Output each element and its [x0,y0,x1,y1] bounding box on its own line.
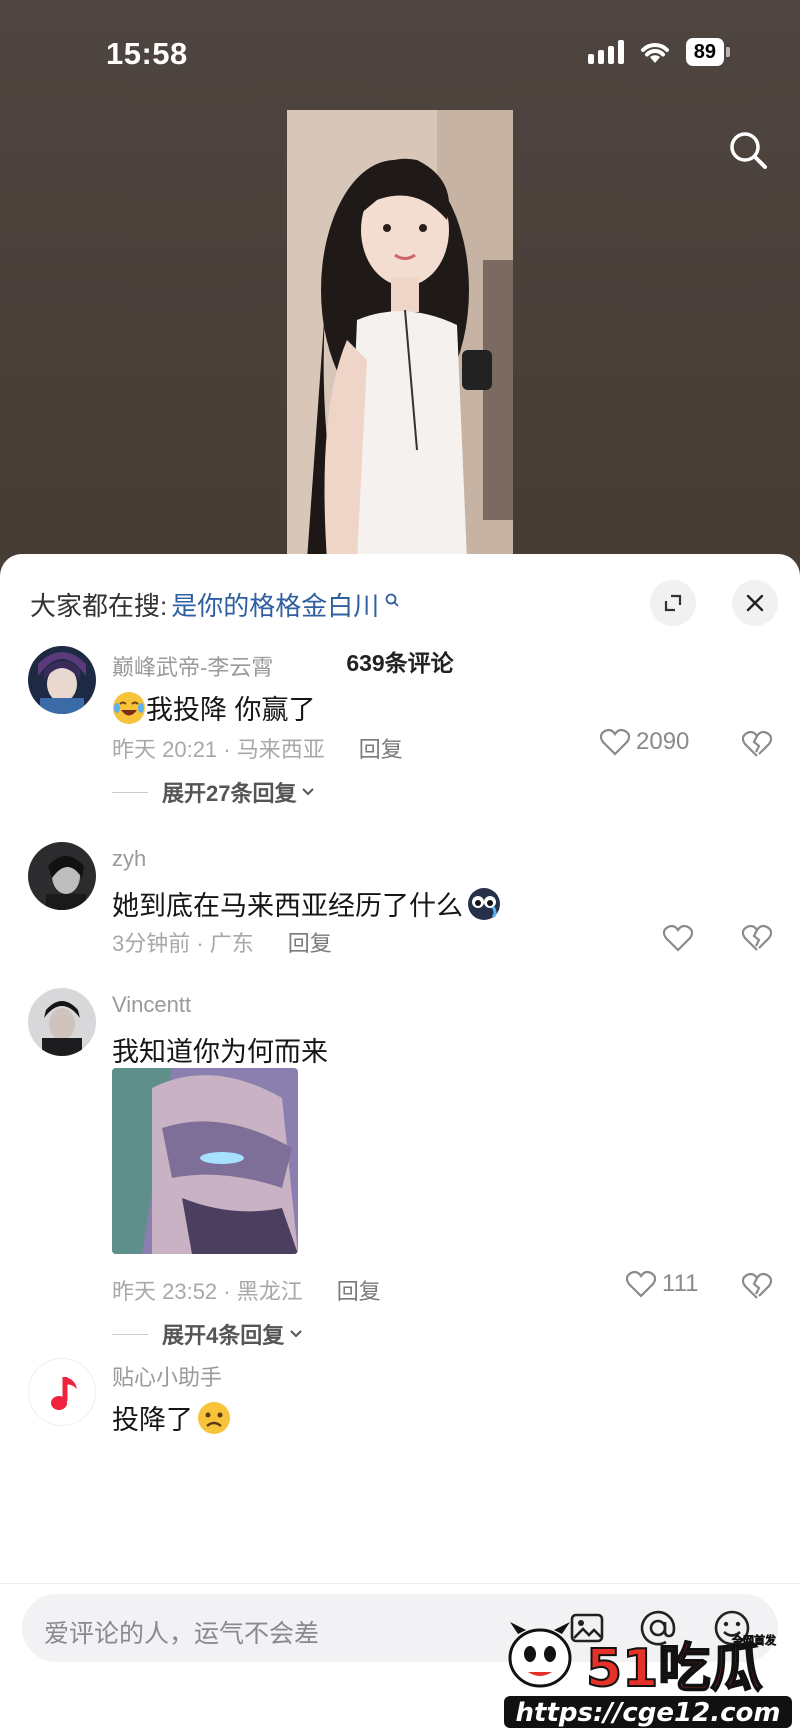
like-count: 111 [662,1270,699,1297]
like-button[interactable]: 2090 [600,728,689,756]
chevron-down-icon [302,788,315,796]
svg-text:https://cge12.com: https://cge12.com [516,1698,781,1728]
heart-icon [600,728,630,756]
expand-replies-button[interactable]: 展开4条回复 [112,1318,304,1350]
chevron-down-icon [290,1330,302,1338]
comment-meta: 昨天 23:52 · 黑龙江 回复 [112,1274,381,1306]
hot-search-bar[interactable]: 大家都在搜: 是你的格格金白川 [30,586,399,623]
comment-text: 我知道你为何而来 [112,1037,328,1067]
heart-icon[interactable] [663,924,693,952]
comment-meta: 3分钟前 · 广东 回复 [112,926,332,958]
wifi-icon [640,43,669,63]
battery-indicator: 89 [685,38,730,66]
expand-replies-button[interactable]: 展开27条回复 [112,776,316,808]
broken-heart-icon[interactable] [742,730,772,758]
svg-text:全网首发: 全网首发 [731,1633,777,1647]
comment-image[interactable] [112,1068,298,1254]
signal-icon [587,40,624,64]
video-thumbnail[interactable] [287,110,513,560]
comment-input-placeholder: 爱评论的人，运气不会差 [44,1620,320,1648]
broken-heart-icon[interactable] [742,1272,772,1300]
comment-text: 她到底在马来西亚经历了什么 [112,884,501,923]
status-time: 15:58 [106,36,188,71]
comment-text: 投降了 [112,1398,231,1437]
comment-sheet: 大家都在搜: 是你的格格金白川 639条评论 巅峰武帝-李云霄 我投降 你赢了 … [0,554,800,1735]
sad-emoji-icon [198,1401,230,1434]
heart-icon [626,1270,656,1298]
status-icons: 89 [587,38,730,66]
avatar[interactable] [28,1358,96,1426]
crying-emoji-icon [468,887,500,920]
hot-search-prefix: 大家都在搜: [30,591,168,621]
avatar[interactable] [28,842,96,910]
comment-username[interactable]: zyh [112,846,146,872]
watermark-logo: 51吃瓜 全网首发 https://cge12.com [504,1622,792,1728]
comment-username[interactable]: 巅峰武帝-李云霄 [112,650,273,682]
comment-time-location: 3分钟前 · 广东 [112,931,254,956]
broken-heart-icon[interactable] [742,924,772,952]
avatar[interactable] [28,988,96,1056]
reply-button[interactable]: 回复 [337,1274,381,1306]
battery-level: 89 [685,38,724,66]
laughing-crying-emoji-icon [113,691,145,724]
comment-text: 我投降 你赢了 [112,688,316,727]
comment-username[interactable]: 贴心小助手 [112,1360,222,1392]
comment-time-location: 昨天 20:21 · 马来西亚 [112,737,325,762]
music-note-icon [29,1359,95,1425]
video-area: 15:58 89 [0,0,800,560]
search-icon[interactable] [726,128,770,172]
video-person-image [287,110,513,560]
comment-meta: 昨天 20:21 · 马来西亚 回复 [112,732,403,764]
expand-icon [664,594,682,612]
comment-time-location: 昨天 23:52 · 黑龙江 [112,1279,303,1304]
like-button[interactable]: 111 [626,1270,698,1298]
like-count: 2090 [636,728,690,755]
close-icon [746,594,764,612]
avatar[interactable] [28,646,96,714]
reply-button[interactable]: 回复 [359,732,403,764]
svg-text:51吃瓜: 51吃瓜 [586,1639,762,1699]
expand-button[interactable] [650,580,696,626]
reply-button[interactable]: 回复 [288,926,332,958]
small-search-icon [385,593,399,607]
hot-search-link[interactable]: 是你的格格金白川 [171,586,379,623]
close-button[interactable] [732,580,778,626]
comment-username[interactable]: Vincentt [112,992,191,1018]
